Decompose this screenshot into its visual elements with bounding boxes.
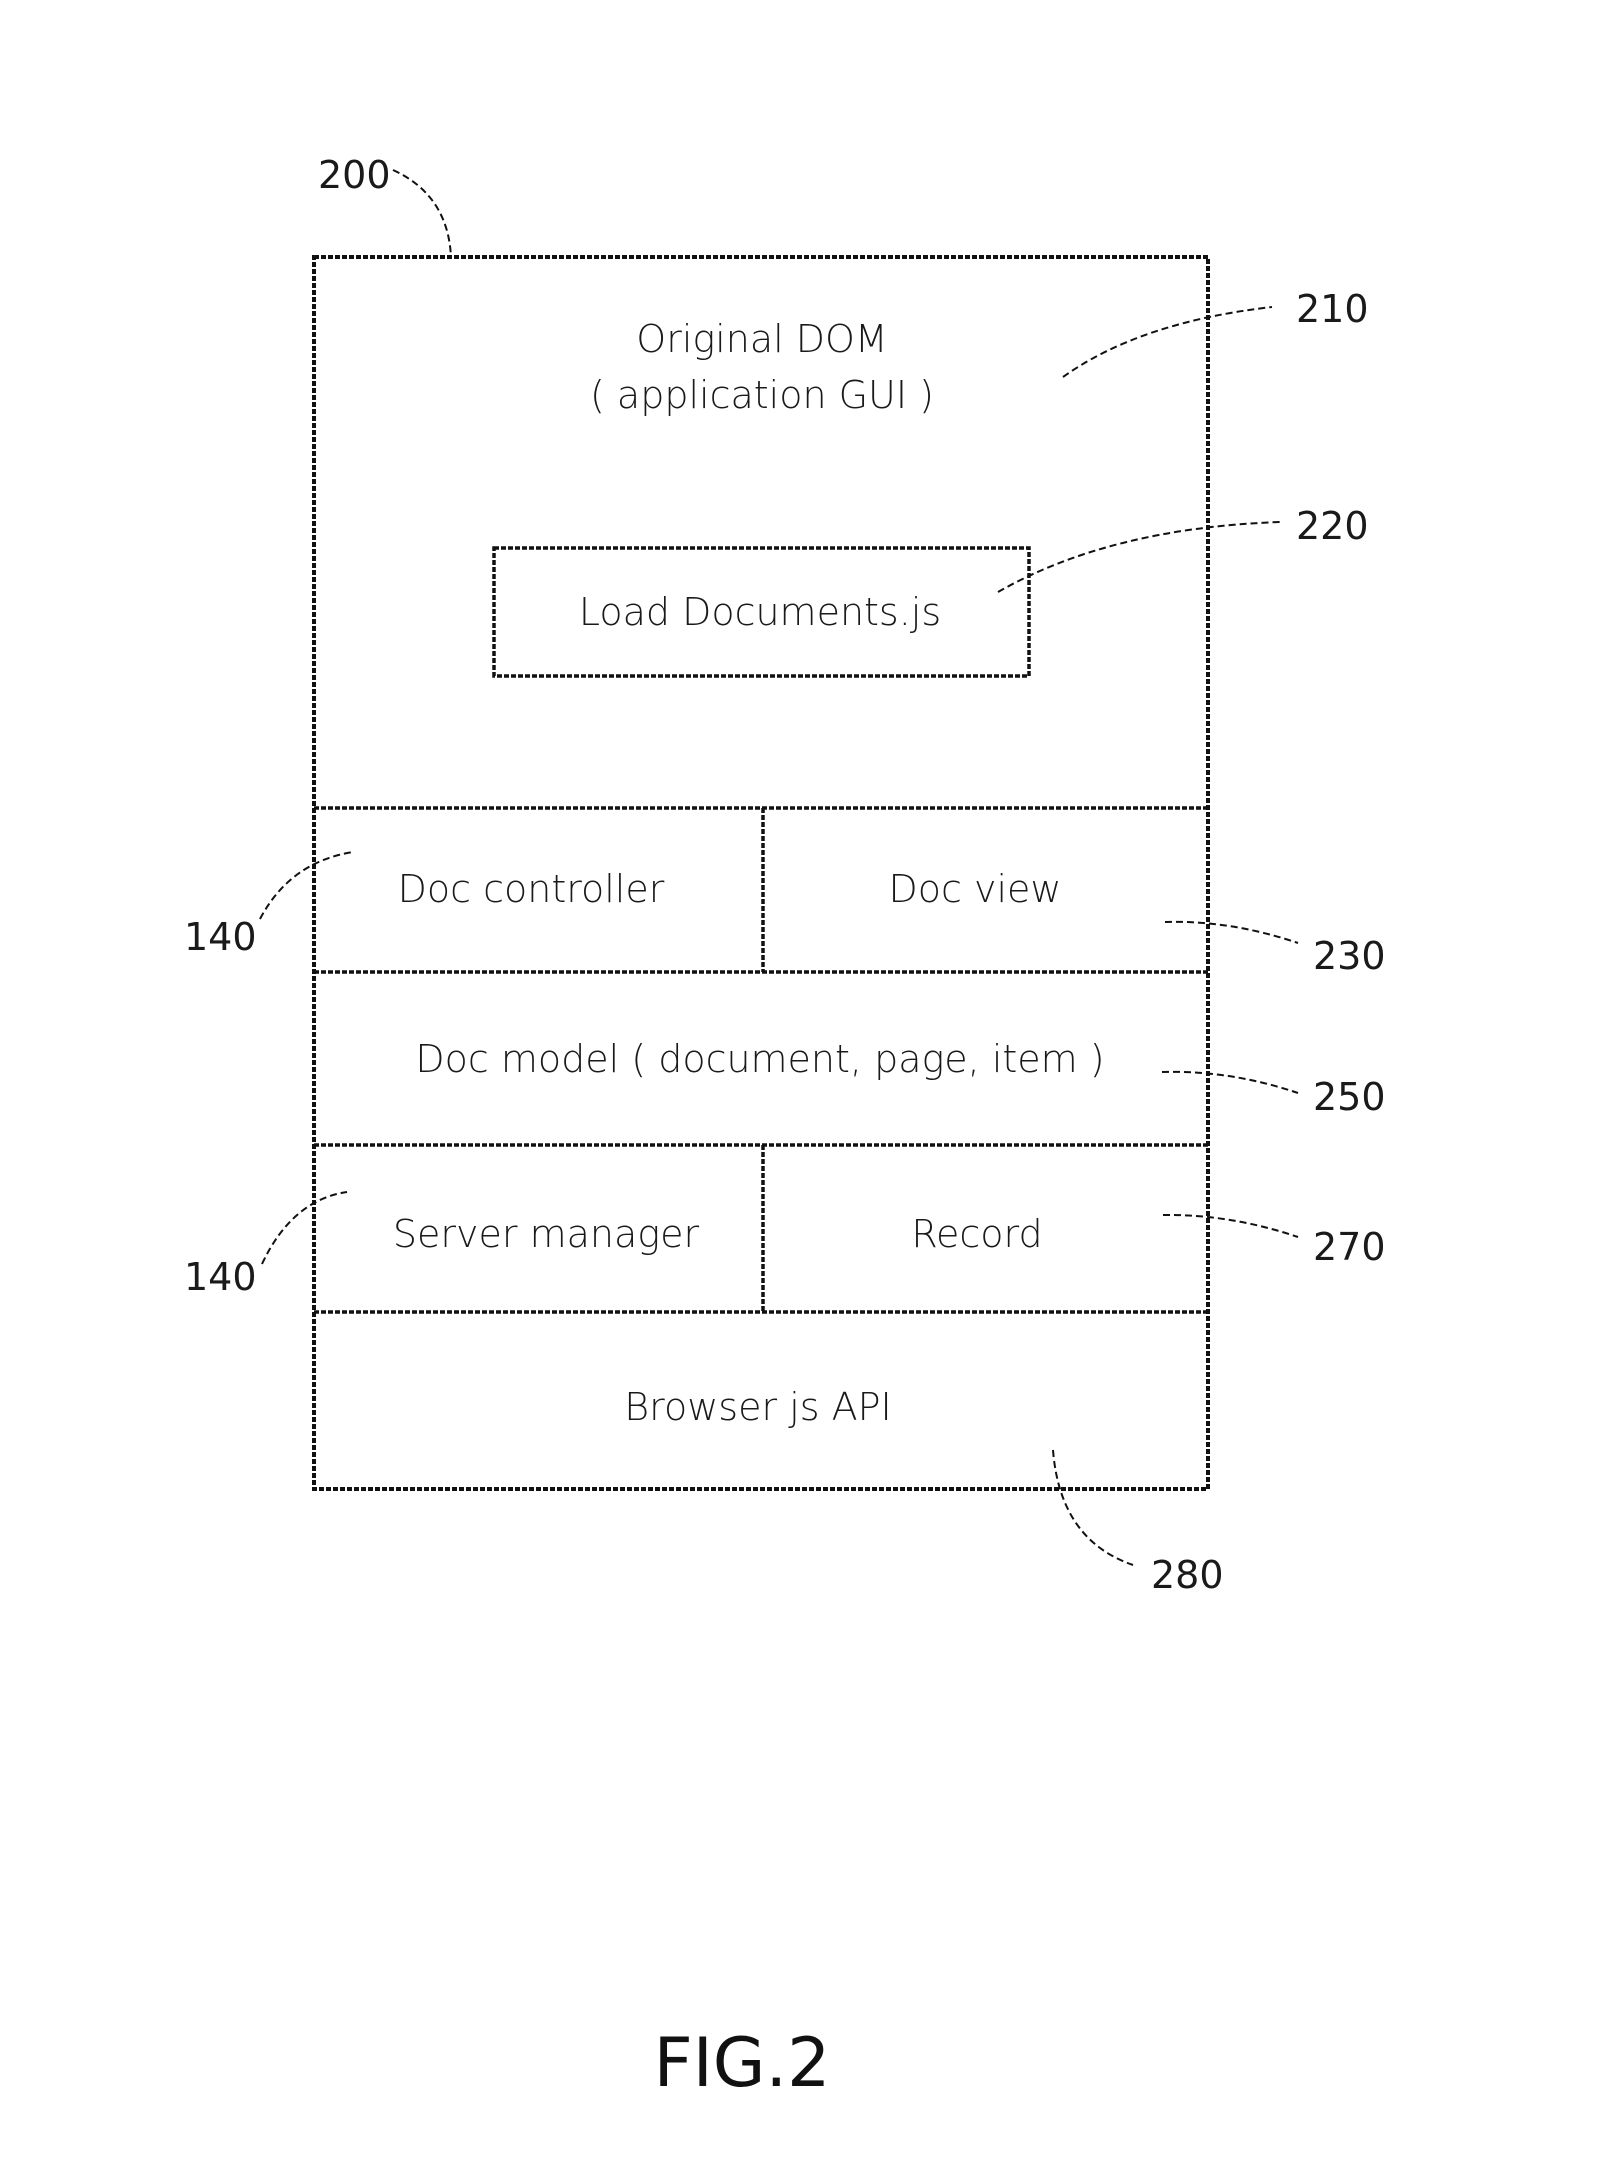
browser-api-label: Browser js API [624,1385,891,1429]
leader-140-controller [259,851,354,920]
ref-140-server: 140 [184,1255,257,1299]
original-dom-title: Original DOM [636,317,887,361]
leader-270 [1162,1213,1299,1238]
doc-controller-label: Doc controller [398,867,665,911]
architecture-diagram: Original DOM ( application GUI ) Load Do… [184,153,1386,2103]
leader-200 [392,169,452,258]
leader-250 [1161,1070,1299,1094]
ref-280: 280 [1151,1553,1224,1597]
server-manager-label: Server manager [393,1212,700,1256]
leader-230 [1164,920,1299,944]
ref-220: 220 [1296,504,1369,548]
leader-220 [997,521,1281,593]
record-label: Record [911,1212,1042,1256]
ref-270: 270 [1313,1225,1386,1269]
ref-210: 210 [1296,287,1369,331]
leader-140-server [261,1191,348,1265]
ref-250: 250 [1313,1075,1386,1119]
doc-view-label: Doc view [889,867,1062,911]
ref-140-controller: 140 [184,915,257,959]
original-dom-subtitle: ( application GUI ) [590,373,934,417]
leader-210 [1062,306,1273,378]
ref-230: 230 [1313,934,1386,978]
load-documents-label: Load Documents.js [579,590,941,634]
figure-caption: FIG.2 [654,2024,831,2103]
doc-model-label: Doc model ( document, page, item ) [415,1037,1104,1081]
ref-200: 200 [318,153,391,197]
leader-280 [1052,1449,1134,1566]
